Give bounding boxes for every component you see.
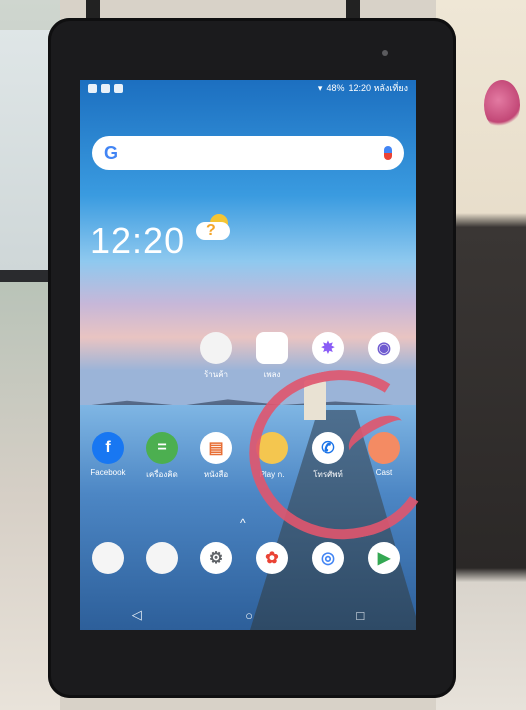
google-icon: G bbox=[104, 142, 119, 163]
photos-icon[interactable]: ✿ bbox=[256, 542, 288, 574]
calculator-icon[interactable]: = bbox=[146, 432, 178, 464]
front-camera bbox=[382, 50, 388, 56]
book-icon[interactable]: ▤ bbox=[200, 432, 232, 464]
home-screen: ▾ 48% 12:20 หลังเที่ยง G 12:20 ? ร้านค้า… bbox=[80, 80, 416, 630]
app-folder-icon[interactable] bbox=[200, 332, 232, 364]
app-label: Facebook bbox=[90, 468, 126, 477]
google-search-bar[interactable]: G bbox=[92, 136, 404, 170]
settings-icon[interactable]: ⚙ bbox=[200, 542, 232, 574]
app-drawer-arrow[interactable]: ^ bbox=[240, 516, 246, 530]
background-monitor bbox=[0, 30, 55, 282]
weather-icon[interactable]: ? bbox=[192, 212, 232, 242]
status-time: 12:20 หลังเที่ยง bbox=[348, 83, 408, 93]
camera-icon[interactable]: ◉ bbox=[368, 332, 400, 364]
app-label: ร้านค้า bbox=[203, 370, 229, 379]
app-icon[interactable] bbox=[256, 332, 288, 364]
status-bar: ▾ 48% 12:20 หลังเที่ยง bbox=[80, 80, 416, 96]
mic-icon[interactable] bbox=[384, 146, 392, 160]
recents-button[interactable]: □ bbox=[356, 608, 364, 623]
notification-icon bbox=[101, 83, 110, 93]
clock-widget[interactable]: 12:20 bbox=[90, 220, 185, 262]
play-store-icon[interactable]: ▶ bbox=[368, 542, 400, 574]
chrome-icon[interactable]: ◎ bbox=[312, 542, 344, 574]
back-button[interactable]: ◁ bbox=[132, 607, 142, 623]
navigation-bar: ◁ ○ □ bbox=[80, 600, 416, 630]
home-button[interactable]: ○ bbox=[245, 608, 253, 623]
facebook-icon[interactable]: f bbox=[92, 432, 124, 464]
apps-folder-icon[interactable] bbox=[146, 542, 178, 574]
messenger-icon[interactable]: ✸ bbox=[312, 332, 344, 364]
app-label: เพลง bbox=[263, 370, 281, 379]
notification-icon bbox=[88, 83, 97, 93]
app-label: หนังสือ bbox=[203, 470, 229, 479]
app-label: เครื่องคิด bbox=[146, 470, 178, 479]
wifi-icon: ▾ bbox=[317, 82, 323, 93]
google-apps-folder-icon[interactable] bbox=[92, 542, 124, 574]
notification-icons bbox=[88, 83, 123, 93]
background-flower bbox=[484, 80, 520, 130]
notification-icon bbox=[114, 83, 123, 93]
battery-level: 48% bbox=[326, 83, 345, 93]
